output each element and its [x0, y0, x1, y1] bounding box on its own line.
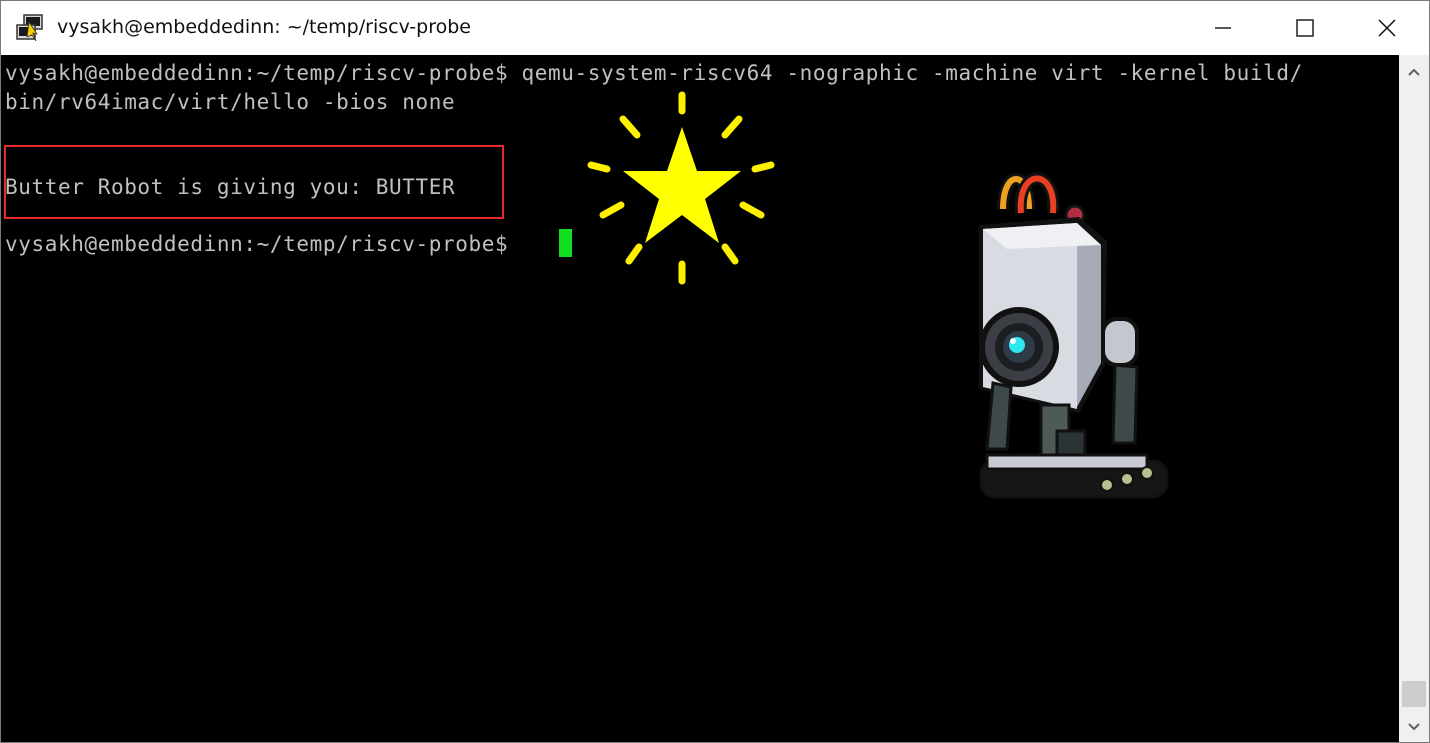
scroll-up-button[interactable] — [1399, 55, 1429, 89]
terminal-cursor — [559, 229, 572, 257]
close-icon — [1378, 19, 1396, 37]
program-output-line: Butter Robot is giving you: BUTTER — [5, 175, 456, 199]
terminal-output[interactable]: vysakh@embeddedinn:~/temp/riscv-probe$ q… — [1, 55, 1399, 742]
terminal-window: vysakh@embeddedinn: ~/temp/riscv-probe v… — [0, 0, 1430, 743]
minimize-icon — [1215, 27, 1231, 29]
terminal-command-continuation: bin/rv64imac/virt/hello -bios none — [5, 90, 456, 114]
chevron-up-icon — [1408, 68, 1420, 76]
scroll-thumb[interactable] — [1402, 681, 1426, 707]
scroll-down-button[interactable] — [1399, 710, 1429, 742]
shell-prompt: vysakh@embeddedinn:~/temp/riscv-probe$ — [5, 232, 522, 256]
maximize-button[interactable] — [1265, 1, 1345, 55]
terminal-command-line: vysakh@embeddedinn:~/temp/riscv-probe$ q… — [5, 61, 1303, 85]
window-title: vysakh@embeddedinn: ~/temp/riscv-probe — [57, 16, 471, 38]
title-bar[interactable]: vysakh@embeddedinn: ~/temp/riscv-probe — [1, 1, 1429, 55]
maximize-icon — [1296, 19, 1314, 37]
chevron-down-icon — [1408, 723, 1420, 731]
butter-robot-illustration — [979, 172, 1169, 499]
vertical-scrollbar[interactable] — [1399, 55, 1429, 742]
minimize-button[interactable] — [1183, 1, 1263, 55]
close-button[interactable] — [1347, 1, 1427, 55]
putty-icon[interactable] — [15, 13, 45, 43]
sparkle-star-icon — [587, 91, 775, 285]
